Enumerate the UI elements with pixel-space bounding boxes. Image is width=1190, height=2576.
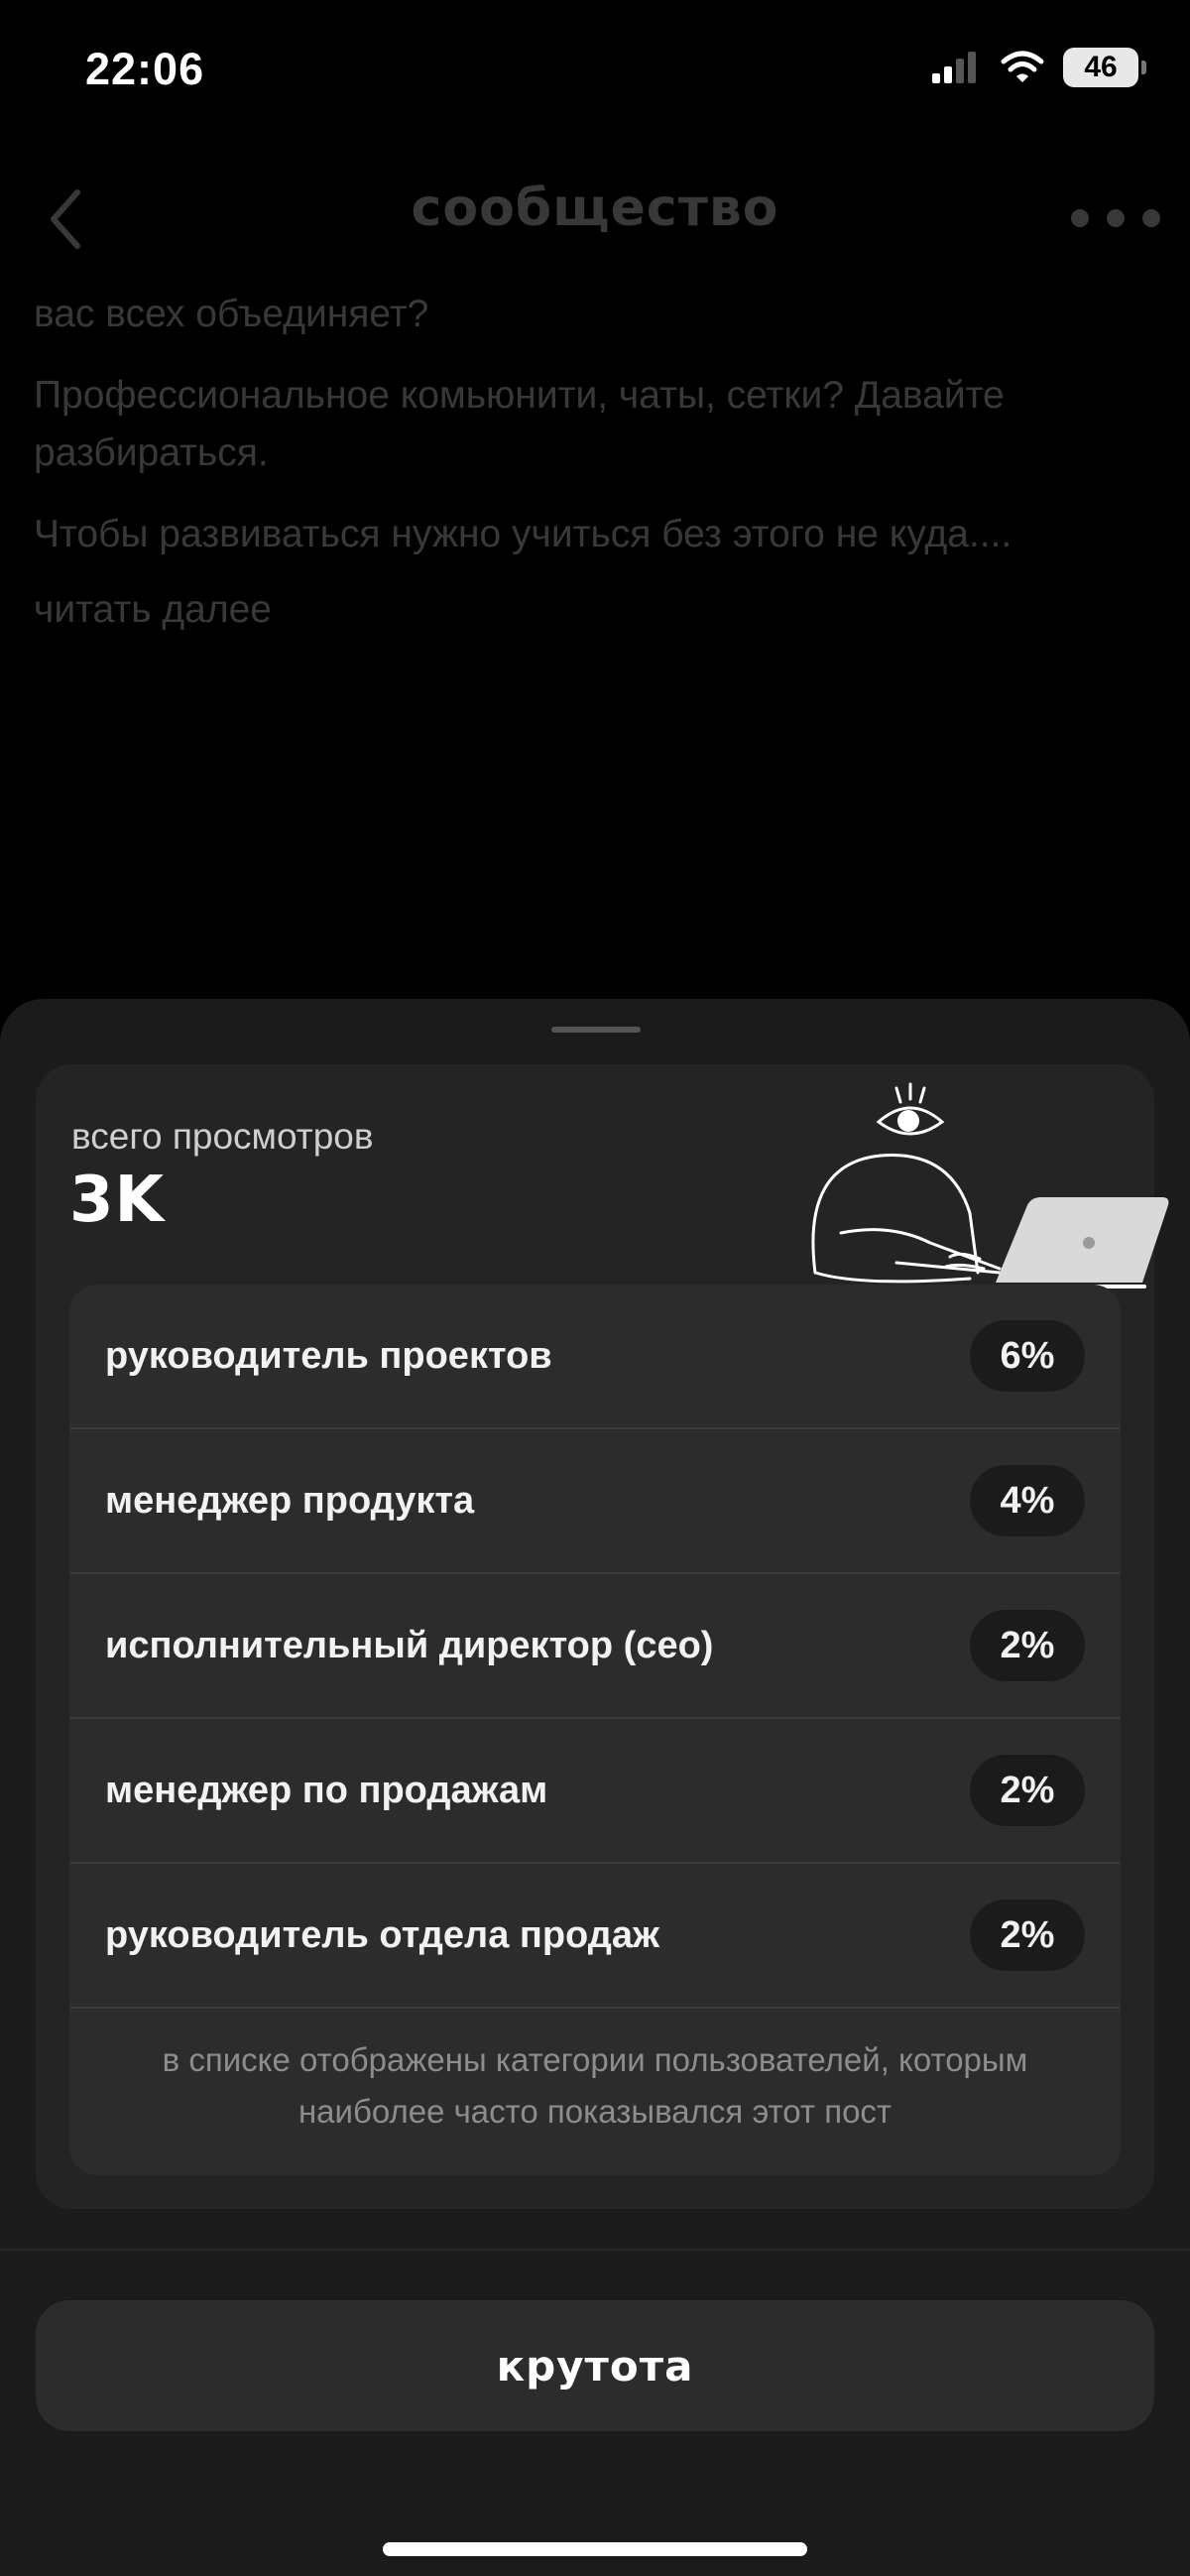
- categories-list: руководитель проектов 6% менеджер продук…: [69, 1285, 1121, 2175]
- category-percent: 4%: [970, 1465, 1085, 1536]
- signal-icon: [932, 52, 976, 83]
- post-text: вас всех объединяет? Профессиональное ко…: [34, 286, 1130, 639]
- battery-level: 46: [1084, 51, 1118, 83]
- post-paragraph: Чтобы развиваться нужно учиться без этог…: [34, 513, 1012, 555]
- more-button[interactable]: [1071, 198, 1160, 238]
- list-item: менеджер по продажам 2%: [69, 1719, 1121, 1864]
- statistics-sheet: всего просмотров 3K руководитель проекто…: [0, 999, 1190, 2576]
- category-percent: 2%: [970, 1755, 1085, 1826]
- category-label: менеджер продукта: [105, 1479, 475, 1522]
- sheet-drag-handle[interactable]: [551, 1027, 641, 1033]
- post-paragraph: вас всех объединяет?: [34, 293, 429, 335]
- views-label: всего просмотров: [71, 1116, 374, 1157]
- nav-header: сообщество: [0, 149, 1190, 288]
- category-percent: 2%: [970, 1900, 1085, 1971]
- list-item: руководитель отдела продаж 2%: [69, 1864, 1121, 2009]
- battery-icon: 46: [1063, 48, 1146, 87]
- categories-note: в списке отображены категории пользовате…: [162, 2041, 1028, 2130]
- confirm-button[interactable]: крутота: [36, 2300, 1154, 2431]
- list-item: исполнительный директор (ceo) 2%: [69, 1574, 1121, 1719]
- person-with-laptop-illustration: [811, 1082, 1169, 1288]
- post-paragraph: Профессиональное комьюнити, чаты, сетки?…: [34, 374, 1005, 474]
- page-title: сообщество: [411, 179, 779, 238]
- views-value: 3K: [69, 1164, 166, 1237]
- home-indicator: [383, 2542, 807, 2556]
- more-dots-icon: [1071, 209, 1089, 227]
- category-percent: 2%: [970, 1610, 1085, 1681]
- divider: [0, 2249, 1190, 2251]
- category-percent: 6%: [970, 1320, 1085, 1392]
- status-time: 22:06: [85, 44, 205, 94]
- status-bar: 22:06 46: [0, 0, 1190, 149]
- stats-card: всего просмотров 3K руководитель проекто…: [36, 1064, 1169, 2209]
- list-item: менеджер продукта 4%: [69, 1429, 1121, 1574]
- read-more-link[interactable]: читать далее: [34, 581, 1130, 639]
- category-label: исполнительный директор (ceo): [105, 1624, 714, 1666]
- category-label: руководитель проектов: [105, 1334, 552, 1377]
- background-page: сообщество вас всех объединяет? Професси…: [0, 149, 1190, 1002]
- category-label: менеджер по продажам: [105, 1769, 548, 1811]
- wifi-icon: [1001, 51, 1044, 82]
- category-label: руководитель отдела продаж: [105, 1913, 659, 1956]
- status-indicators: 46: [930, 48, 1146, 87]
- list-item: руководитель проектов 6%: [69, 1285, 1121, 1429]
